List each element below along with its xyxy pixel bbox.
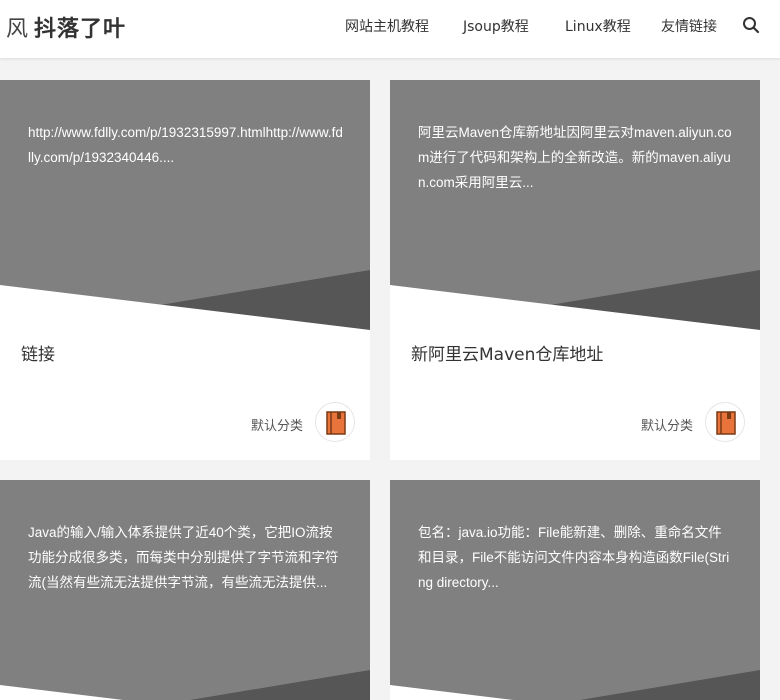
book-icon[interactable] [315, 402, 355, 442]
post-excerpt: 包名：java.io功能：File能新建、删除、重命名文件和目录，File不能访… [418, 525, 730, 590]
post-category[interactable]: 默认分类 [251, 415, 303, 434]
logo-char: 风 [6, 17, 29, 42]
post-card[interactable]: Java的输入/输入体系提供了近40个类，它把IO流按功能分成很多类，而每类中分… [0, 480, 370, 700]
book-icon[interactable] [705, 402, 745, 442]
post-excerpt: Java的输入/输入体系提供了近40个类，它把IO流按功能分成很多类，而每类中分… [28, 525, 339, 590]
post-banner: Java的输入/输入体系提供了近40个类，它把IO流按功能分成很多类，而每类中分… [0, 480, 370, 700]
site-logo[interactable]: 风抖落了叶 [6, 11, 126, 43]
post-banner: 包名：java.io功能：File能新建、删除、重命名文件和目录，File不能访… [390, 480, 760, 700]
post-category[interactable]: 默认分类 [641, 415, 693, 434]
post-card[interactable]: http://www.fdlly.com/p/1932315997.htmlht… [0, 80, 370, 460]
post-banner: http://www.fdlly.com/p/1932315997.htmlht… [0, 80, 370, 330]
post-excerpt: 阿里云Maven仓库新地址因阿里云对maven.aliyun.com进行了代码和… [418, 125, 732, 190]
post-card[interactable]: 阿里云Maven仓库新地址因阿里云对maven.aliyun.com进行了代码和… [390, 80, 760, 460]
post-title[interactable]: 新阿里云Maven仓库地址 [411, 340, 603, 365]
site-header: 风抖落了叶 网站主机教程 Jsoup教程 Linux教程 友情链接 [0, 0, 780, 58]
logo-text: 抖落了叶 [34, 17, 127, 42]
nav-item-hosting-tutorial[interactable]: 网站主机教程 [345, 16, 429, 36]
nav-item-friend-links[interactable]: 友情链接 [661, 16, 717, 36]
nav-item-jsoup-tutorial[interactable]: Jsoup教程 [463, 16, 529, 36]
post-title[interactable]: 链接 [21, 340, 55, 365]
post-card[interactable]: 包名：java.io功能：File能新建、删除、重命名文件和目录，File不能访… [390, 480, 760, 700]
search-icon[interactable] [742, 16, 760, 34]
nav-item-linux-tutorial[interactable]: Linux教程 [565, 16, 631, 36]
post-banner: 阿里云Maven仓库新地址因阿里云对maven.aliyun.com进行了代码和… [390, 80, 760, 330]
post-excerpt: http://www.fdlly.com/p/1932315997.htmlht… [28, 125, 343, 165]
